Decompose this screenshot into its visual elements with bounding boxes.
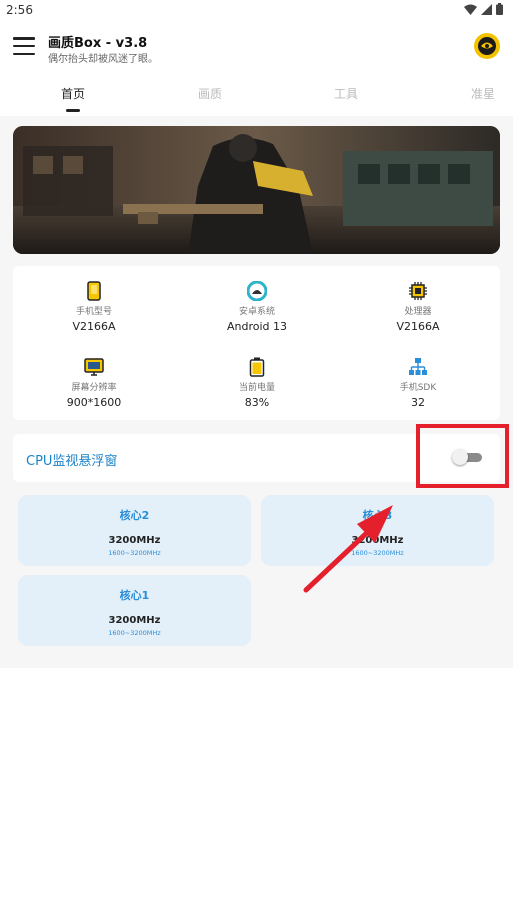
core-range: 1600~3200MHz xyxy=(108,629,161,637)
app-subtitle: 偶尔抬头却被风迷了眼。 xyxy=(48,54,158,65)
info-value: 900*1600 xyxy=(66,396,122,409)
info-label: 安卓系统 xyxy=(238,307,275,317)
info-value: Android 13 xyxy=(226,320,288,333)
tab-bar: 首页 画质 工具 准星 xyxy=(0,75,513,115)
core-name: 核心1 xyxy=(119,589,150,602)
tab-tools[interactable]: 工具 xyxy=(334,85,358,102)
info-resolution: 屏幕分辨率 900*1600 xyxy=(34,356,154,409)
info-sdk: 手机SDK 32 xyxy=(358,356,478,409)
status-time: 2:56 xyxy=(6,3,33,17)
core-frequency: 3200MHz xyxy=(351,535,404,546)
core-card: 核心2 3200MHz 1600~3200MHz xyxy=(18,495,251,566)
cpu-monitor-label: CPU监视悬浮窗 xyxy=(26,454,118,469)
core-name: 核心2 xyxy=(119,509,150,522)
core-range: 1600~3200MHz xyxy=(351,549,404,557)
info-android-version: 安卓系统 Android 13 xyxy=(197,280,317,333)
banner-soldier-picture xyxy=(13,126,500,254)
phone-icon xyxy=(87,281,101,301)
info-label: 手机SDK xyxy=(399,383,437,393)
info-value: V2166A xyxy=(72,320,116,333)
info-label: 屏幕分辨率 xyxy=(71,383,117,393)
banner-image xyxy=(13,126,500,254)
tab-quality[interactable]: 画质 xyxy=(198,85,222,102)
info-value: 32 xyxy=(411,396,425,409)
info-battery: 当前电量 83% xyxy=(197,356,317,409)
avatar[interactable] xyxy=(474,33,500,59)
info-label: 当前电量 xyxy=(238,383,275,393)
core-range: 1600~3200MHz xyxy=(108,549,161,557)
device-info-card: 手机型号 V2166A 安卓系统 Android 13 处理器 V2166A 屏… xyxy=(13,266,500,420)
battery-level-icon xyxy=(249,357,265,377)
menu-icon[interactable] xyxy=(13,37,35,55)
app-title: 画质Box - v3.8 xyxy=(48,36,148,51)
info-label: 手机型号 xyxy=(75,307,112,317)
battery-icon xyxy=(496,3,503,15)
core-name: 核心3 xyxy=(362,509,393,522)
info-phone-model: 手机型号 V2166A xyxy=(34,280,154,333)
status-bar: 2:56 xyxy=(0,0,513,21)
monitor-icon xyxy=(84,358,104,376)
android-icon xyxy=(247,281,267,301)
info-processor: 处理器 V2166A xyxy=(358,280,478,333)
core-frequency: 3200MHz xyxy=(108,535,161,546)
tab-crosshair[interactable]: 准星 xyxy=(471,85,495,102)
core-card: 核心3 3200MHz 1600~3200MHz xyxy=(261,495,494,566)
status-icons xyxy=(464,3,503,15)
info-value: V2166A xyxy=(396,320,440,333)
tab-home[interactable]: 首页 xyxy=(61,85,85,102)
tab-indicator xyxy=(66,109,80,112)
hierarchy-icon xyxy=(409,358,427,375)
info-value: 83% xyxy=(244,396,270,409)
core-card: 核心1 3200MHz 1600~3200MHz xyxy=(18,575,251,646)
annotation-highlight-box xyxy=(416,424,509,488)
cpu-chip-icon xyxy=(409,282,427,300)
info-label: 处理器 xyxy=(404,307,432,317)
core-frequency: 3200MHz xyxy=(108,615,161,626)
avatar-emblem-icon xyxy=(478,37,496,55)
wifi-icon xyxy=(464,4,477,15)
app-bar: 画质Box - v3.8 偶尔抬头却被风迷了眼。 xyxy=(0,21,513,73)
signal-icon xyxy=(481,3,492,15)
